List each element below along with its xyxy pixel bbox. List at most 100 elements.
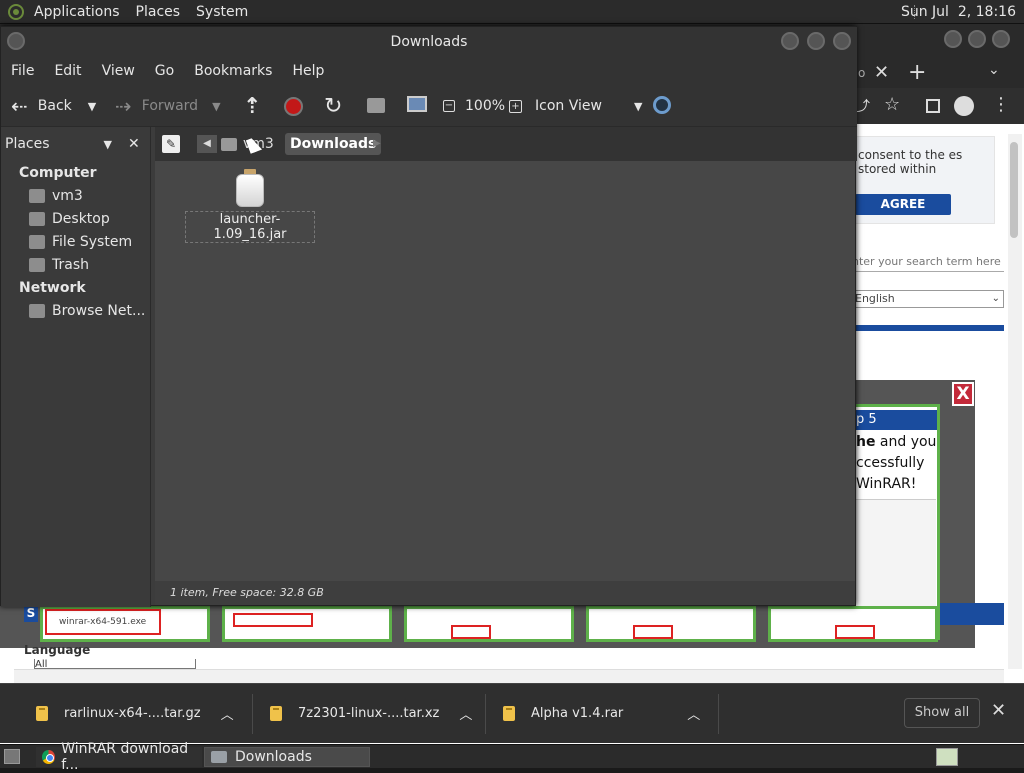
- back-history-dropdown-icon[interactable]: ▼: [88, 100, 96, 113]
- zoom-out-icon[interactable]: −: [443, 100, 455, 112]
- view-mode-label: Icon View: [535, 98, 602, 114]
- back-label: Back: [37, 98, 72, 114]
- menu-bookmarks[interactable]: Bookmarks: [184, 63, 282, 79]
- home-folder-icon[interactable]: [367, 98, 385, 113]
- reload-icon[interactable]: ↻: [324, 85, 342, 127]
- tab-list-icon[interactable]: ⌄: [988, 62, 1000, 78]
- sidebar-item-browse-network[interactable]: Browse Net...: [29, 303, 145, 319]
- step-card: p 5 he and you ccessfully WinRAR!: [850, 404, 940, 640]
- step-heading: p 5: [853, 410, 937, 430]
- download-bar: rarlinux-x64-....tar.gz ︿ 7z2301-linux-.…: [0, 683, 1024, 743]
- stop-icon[interactable]: [284, 97, 303, 116]
- search-icon[interactable]: [653, 96, 671, 114]
- archive-file-icon: [503, 705, 515, 721]
- chevron-down-icon[interactable]: ▼: [104, 138, 112, 151]
- download-filename: 7z2301-linux-....tar.xz: [298, 705, 440, 721]
- workspace-switcher-icon[interactable]: [936, 748, 958, 766]
- horizontal-scrollbar[interactable]: [14, 669, 1004, 683]
- maximize-button[interactable]: [807, 32, 825, 50]
- divider: [252, 694, 253, 734]
- applications-menu[interactable]: Applications: [0, 3, 120, 20]
- menu-help[interactable]: Help: [282, 63, 334, 79]
- file-item[interactable]: launcher-1.09_16.jar: [185, 169, 315, 243]
- chevron-down-icon: ▼: [633, 99, 643, 113]
- back-button[interactable]: ⇠ Back ▼: [11, 85, 96, 127]
- computer-icon[interactable]: [407, 96, 427, 112]
- taskbar-item-browser[interactable]: WinRAR download f...: [36, 741, 202, 773]
- show-all-button[interactable]: Show all: [904, 698, 980, 728]
- bottom-panel: WinRAR download f... Downloads: [0, 741, 1024, 773]
- chevron-up-icon[interactable]: ︿: [687, 704, 700, 723]
- side-panel-icon[interactable]: [926, 99, 940, 113]
- up-arrow-icon[interactable]: ⇡: [243, 85, 261, 127]
- sidebar-header[interactable]: Places ▼ ✕: [5, 133, 147, 155]
- site-search-input[interactable]: nter your search term here: [852, 252, 1004, 272]
- sidebar-item-vm3[interactable]: vm3: [29, 188, 83, 204]
- window-title: Downloads: [390, 34, 468, 50]
- menu-file[interactable]: File: [1, 63, 44, 79]
- browser-minimize-button[interactable]: [944, 30, 962, 48]
- zoom-level[interactable]: 100%: [465, 85, 505, 127]
- download-item[interactable]: rarlinux-x64-....tar.gz ︿: [36, 696, 234, 730]
- download-item[interactable]: Alpha v1.4.rar ︿: [503, 696, 700, 730]
- sidebar-item-desktop[interactable]: Desktop: [29, 211, 110, 227]
- jar-file-icon: [235, 169, 265, 207]
- browser-menu-icon[interactable]: ⋮: [992, 94, 1010, 115]
- zoom-in-icon[interactable]: +: [509, 100, 522, 113]
- path-left-arrow-icon[interactable]: ◀: [197, 135, 217, 153]
- chevron-up-icon[interactable]: ︿: [459, 704, 472, 723]
- tutorial-thumbnail[interactable]: [768, 606, 938, 642]
- sidebar-item-filesystem[interactable]: File System: [29, 234, 132, 250]
- network-icon: [29, 304, 45, 318]
- vertical-scrollbar[interactable]: [1008, 134, 1022, 669]
- tutorial-thumbnail[interactable]: winrar-x64-591.exe: [40, 606, 210, 642]
- view-mode-select[interactable]: Icon View ▼: [535, 85, 642, 127]
- path-segment-downloads[interactable]: Downloads: [285, 133, 382, 155]
- browser-close-button[interactable]: [992, 30, 1010, 48]
- window-menu-button[interactable]: [7, 32, 25, 50]
- browser-maximize-button[interactable]: [968, 30, 986, 48]
- forward-button[interactable]: ⇢ Forward ▼: [115, 85, 221, 127]
- close-button[interactable]: [833, 32, 851, 50]
- taskbar-item-downloads[interactable]: Downloads: [204, 747, 370, 767]
- scrollbar-thumb[interactable]: [1010, 142, 1018, 238]
- path-right-arrow-icon[interactable]: ▶: [373, 135, 381, 153]
- tutorial-thumbnail[interactable]: [404, 606, 574, 642]
- sidebar-item-label: Browse Net...: [52, 303, 146, 319]
- edit-location-icon[interactable]: ✎: [162, 135, 180, 153]
- show-desktop-icon[interactable]: [4, 749, 20, 764]
- share-icon[interactable]: ⤴: [856, 96, 870, 116]
- menu-edit[interactable]: Edit: [44, 63, 91, 79]
- chevron-up-icon[interactable]: ︿: [221, 704, 234, 723]
- language-dropdown[interactable]: English ⌄: [852, 290, 1004, 308]
- arrow-left-icon: ⇠: [11, 94, 28, 118]
- tutorial-thumbnail[interactable]: [586, 606, 756, 642]
- close-sidebar-icon[interactable]: ✕: [128, 136, 140, 152]
- menu-go[interactable]: Go: [145, 63, 184, 79]
- clock[interactable]: Sun Jul 2, 18:16: [901, 4, 1016, 20]
- minimize-button[interactable]: [781, 32, 799, 50]
- sidebar-item-label: Trash: [52, 257, 89, 273]
- folder-icon: [211, 751, 227, 763]
- system-menu[interactable]: System: [196, 4, 248, 20]
- tutorial-thumbnail[interactable]: [222, 606, 392, 642]
- home-folder-icon: [221, 137, 237, 151]
- profile-avatar-icon[interactable]: [954, 96, 974, 116]
- agree-button[interactable]: AGREE: [855, 194, 951, 215]
- places-menu[interactable]: Places: [136, 4, 181, 20]
- tab-close-icon[interactable]: ✕: [874, 62, 889, 83]
- menu-view[interactable]: View: [92, 63, 145, 79]
- overlay-close-button[interactable]: X: [952, 382, 974, 406]
- sidebar-title: Places: [5, 136, 50, 152]
- close-icon[interactable]: ✕: [991, 700, 1006, 721]
- sidebar-item-trash[interactable]: Trash: [29, 257, 89, 273]
- file-view[interactable]: launcher-1.09_16.jar: [155, 161, 855, 581]
- window-title-bar[interactable]: Downloads: [1, 27, 857, 57]
- download-item[interactable]: 7z2301-linux-....tar.xz ︿: [270, 696, 472, 730]
- sidebar-section-computer: Computer: [19, 165, 97, 181]
- forward-history-dropdown-icon[interactable]: ▼: [212, 100, 220, 113]
- language-select[interactable]: All: [34, 659, 196, 669]
- sidebar-item-label: Desktop: [52, 211, 110, 227]
- new-tab-icon[interactable]: +: [908, 60, 926, 85]
- bookmark-star-icon[interactable]: ☆: [884, 94, 900, 115]
